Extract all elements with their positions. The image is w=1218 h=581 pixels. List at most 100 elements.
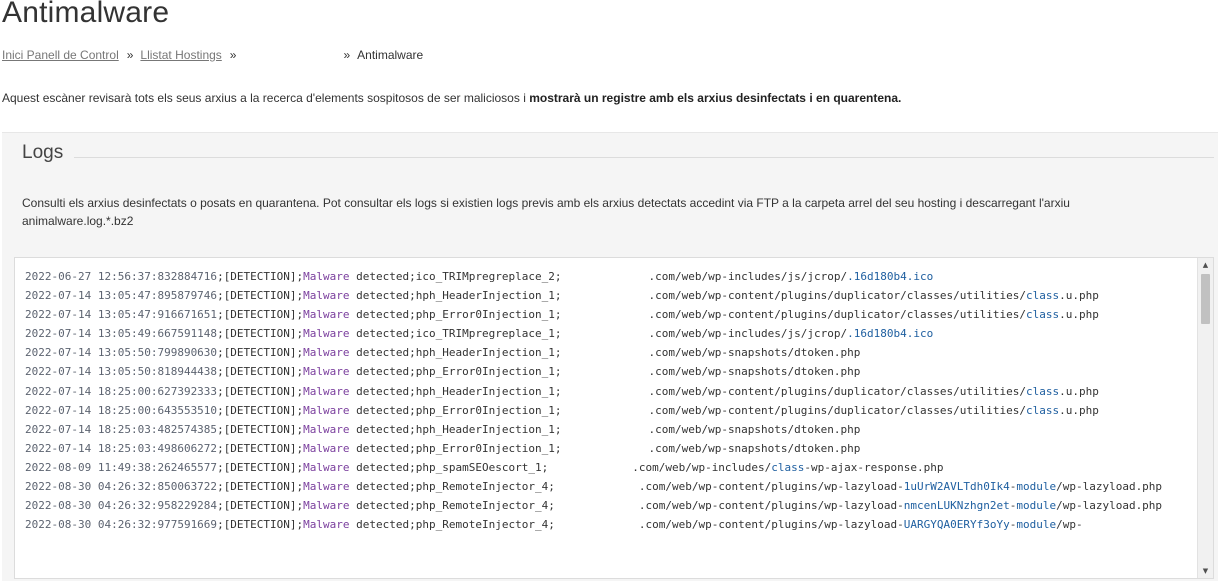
log-path: .16d180b4.ico [847, 270, 934, 283]
log-path: -wp-ajax-response.php [804, 460, 944, 474]
log-entry: 2022-08-30 04:26:32:958229284;[DETECTION… [25, 496, 1193, 516]
log-path: module [1016, 518, 1057, 532]
log-timestamp: 2022-08-30 04:26:32:850063722 [25, 480, 218, 494]
log-keyword: Malware [303, 499, 350, 513]
log-path: .com/web/wp-includes/js/jcrop/ [648, 270, 848, 283]
log-path: .16d180b4.ico [847, 327, 934, 341]
breadcrumb-link-panel[interactable]: Inici Panell de Control [2, 48, 119, 62]
redacted-domain [561, 362, 649, 382]
log-signature: hph_HeaderInjection_1; [415, 422, 562, 436]
log-signature: ico_TRIMpregreplace_2; [415, 270, 562, 283]
log-signature: hph_HeaderInjection_1; [415, 346, 562, 360]
redacted-domain [561, 381, 649, 401]
arrow-down-icon[interactable]: ▼ [1198, 564, 1213, 578]
log-separator: ; [217, 518, 224, 532]
log-detected: detected; [349, 384, 416, 398]
log-detected: detected; [349, 308, 416, 322]
log-entry: 2022-07-14 18:25:03:482574385;[DETECTION… [25, 419, 1193, 439]
log-path: class [1025, 403, 1060, 417]
log-tag: [DETECTION] [223, 327, 297, 341]
log-separator: ; [217, 460, 224, 474]
log-detected: detected; [349, 441, 416, 455]
log-detected: detected; [349, 460, 416, 474]
redacted-domain [561, 419, 649, 439]
log-path: .u.php [1059, 384, 1099, 398]
log-signature: hph_HeaderInjection_1; [415, 384, 562, 398]
log-signature: php_Error0Injection_1; [415, 441, 562, 455]
log-separator: ; [217, 289, 224, 303]
log-path: .com/web/wp-content/plugins/duplicator/c… [648, 308, 1026, 322]
arrow-up-icon[interactable]: ▲ [1198, 258, 1213, 272]
intro-normal: Aquest escàner revisarà tots els seus ar… [2, 91, 530, 105]
log-path: .com/web/wp-snapshots/dtoken.php [648, 365, 861, 379]
log-tag: [DETECTION] [223, 422, 297, 436]
log-timestamp: 2022-07-14 13:05:50:799890630 [25, 346, 218, 360]
log-path: .com/web/wp-content/plugins/duplicator/c… [648, 384, 1026, 398]
log-path: class [1025, 289, 1060, 303]
log-detected: detected; [349, 365, 416, 379]
redacted-domain [561, 324, 649, 344]
log-timestamp: 2022-07-14 18:25:00:643553510 [25, 403, 218, 417]
breadcrumb: Inici Panell de Control » Llistat Hostings… [2, 48, 423, 62]
log-keyword: Malware [303, 346, 350, 360]
log-keyword: Malware [303, 518, 350, 532]
log-entry: 2022-08-30 04:26:32:850063722;[DETECTION… [25, 477, 1193, 497]
log-detected: detected; [349, 499, 416, 513]
log-timestamp: 2022-07-14 13:05:47:916671651 [25, 308, 218, 322]
legend-divider [74, 157, 1214, 158]
log-timestamp: 2022-06-27 12:56:37:832884716 [25, 270, 218, 283]
log-separator: ; [217, 270, 224, 283]
redacted-domain [561, 400, 649, 420]
log-timestamp: 2022-07-14 18:25:03:482574385 [25, 422, 218, 436]
log-path: .com/web/wp-includes/ [632, 460, 772, 474]
log-separator: ; [217, 422, 224, 436]
log-path: .com/web/wp-content/plugins/wp-lazyload- [638, 480, 904, 494]
scrollbar-thumb[interactable] [1201, 274, 1210, 324]
log-path: .com/web/wp-content/plugins/wp-lazyload- [638, 499, 904, 513]
log-timestamp: 2022-08-30 04:26:32:958229284 [25, 499, 218, 513]
redacted-domain [561, 305, 649, 325]
log-tag: [DETECTION] [223, 518, 297, 532]
log-keyword: Malware [303, 308, 350, 322]
log-separator: ; [217, 327, 224, 341]
redacted-domain [548, 457, 633, 478]
log-timestamp: 2022-07-14 13:05:50:818944438 [25, 365, 218, 379]
log-detected: detected; [349, 327, 416, 341]
log-signature: php_Error0Injection_1; [415, 365, 562, 379]
log-path: .com/web/wp-content/plugins/wp-lazyload- [638, 518, 904, 532]
log-detected: detected; [349, 480, 416, 494]
redacted-domain [561, 343, 649, 363]
log-path: UARGYQA0ERYf3oYy [903, 518, 1010, 532]
log-detected: detected; [349, 270, 416, 283]
log-tag: [DETECTION] [223, 499, 297, 513]
log-textarea[interactable]: 2022-06-27 12:56:37:832884716;[DETECTION… [14, 257, 1214, 579]
logs-legend: Logs [22, 142, 64, 163]
log-entry: 2022-08-09 11:49:38:262465577;[DETECTION… [25, 457, 1193, 478]
breadcrumb-link-hostings[interactable]: Llistat Hostings [140, 48, 221, 62]
log-detected: detected; [349, 422, 416, 436]
log-keyword: Malware [303, 441, 350, 455]
log-entry: 2022-07-14 13:05:47:895879746;[DETECTION… [25, 286, 1193, 306]
log-entry: 2022-07-14 18:25:00:627392333;[DETECTION… [25, 381, 1193, 401]
log-path: .com/web/wp-snapshots/dtoken.php [648, 422, 861, 436]
log-timestamp: 2022-07-14 13:05:47:895879746 [25, 289, 218, 303]
intro-text: Aquest escàner revisarà tots els seus ar… [2, 91, 901, 105]
logs-panel: Logs Consulti els arxius desinfectats o … [2, 132, 1218, 581]
log-keyword: Malware [303, 289, 350, 303]
log-separator: ; [217, 308, 224, 322]
breadcrumb-separator: » [343, 48, 351, 62]
log-entry: 2022-07-14 13:05:49:667591148;[DETECTION… [25, 324, 1193, 344]
redacted-domain [554, 496, 639, 516]
log-scrollbar[interactable]: ▲ ▼ [1197, 258, 1213, 578]
log-keyword: Malware [303, 403, 350, 417]
log-entry: 2022-06-27 12:56:37:832884716;[DETECTION… [25, 267, 1193, 287]
log-separator: ; [217, 480, 224, 494]
log-keyword: Malware [303, 270, 350, 283]
logs-description: Consulti els arxius desinfectats o posat… [22, 196, 1070, 228]
log-separator: ; [217, 403, 224, 417]
log-path: .u.php [1059, 308, 1099, 322]
log-detected: detected; [349, 403, 416, 417]
log-timestamp: 2022-08-09 11:49:38:262465577 [25, 460, 218, 474]
log-keyword: Malware [303, 422, 350, 436]
log-timestamp: 2022-07-14 18:25:03:498606272 [25, 441, 218, 455]
